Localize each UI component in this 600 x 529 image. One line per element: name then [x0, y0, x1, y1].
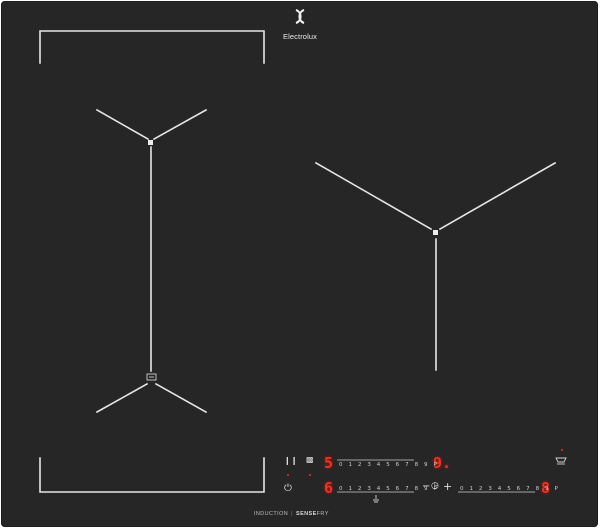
right-zone-arm-right — [438, 161, 557, 231]
cooking-zone-markings — [39, 30, 567, 503]
hob2hood-icon — [555, 457, 567, 465]
lock-icon[interactable]: ▩ — [306, 456, 314, 464]
brand: Electrolux — [270, 9, 330, 44]
left-zone-top-arm-left — [95, 108, 150, 141]
hob2hood-indicator — [561, 449, 563, 451]
product-label: INDUCTION | SENSEFRY — [254, 511, 329, 517]
bridge-icon — [146, 373, 157, 381]
zone-corner-top-left — [39, 30, 265, 64]
left-zone-bottom-arm-left — [95, 382, 149, 414]
left-zone-top-arm-right — [152, 108, 208, 141]
timer-minus-button[interactable]: − — [422, 482, 430, 492]
footer-sense: SENSE — [296, 511, 317, 517]
footer-induction: INDUCTION — [254, 511, 289, 517]
pause-icon[interactable]: ❙❙ — [284, 457, 297, 465]
timer-icon[interactable]: ◷ — [431, 482, 439, 491]
left-zone-top-centre-mark — [148, 140, 153, 145]
pause-indicator — [287, 474, 289, 476]
power-icon[interactable]: ⏻ — [284, 484, 292, 494]
zone-left-top-level-display: 5 — [324, 454, 334, 472]
right-zone-centre-mark — [433, 230, 438, 235]
timer-plus-button[interactable]: + — [443, 481, 452, 492]
power-slider-left-top[interactable]: 0 1 2 3 4 5 6 7 8 9 P — [339, 462, 439, 468]
lock-indicator — [309, 474, 311, 476]
left-zone-bottom-arm-right — [154, 382, 208, 414]
brand-name: Electrolux — [283, 32, 317, 41]
sensefry-icon — [373, 495, 379, 503]
footer-fry: FRY — [316, 511, 329, 517]
electrolux-logo-icon — [295, 9, 305, 24]
power-slider-right[interactable]: 0 1 2 3 4 5 6 7 8 9 P — [460, 486, 560, 492]
zone-corner-bottom-left — [39, 457, 265, 493]
zone-left-bottom-level-display: 6 — [324, 479, 334, 497]
right-zone-arm-left — [314, 161, 433, 231]
